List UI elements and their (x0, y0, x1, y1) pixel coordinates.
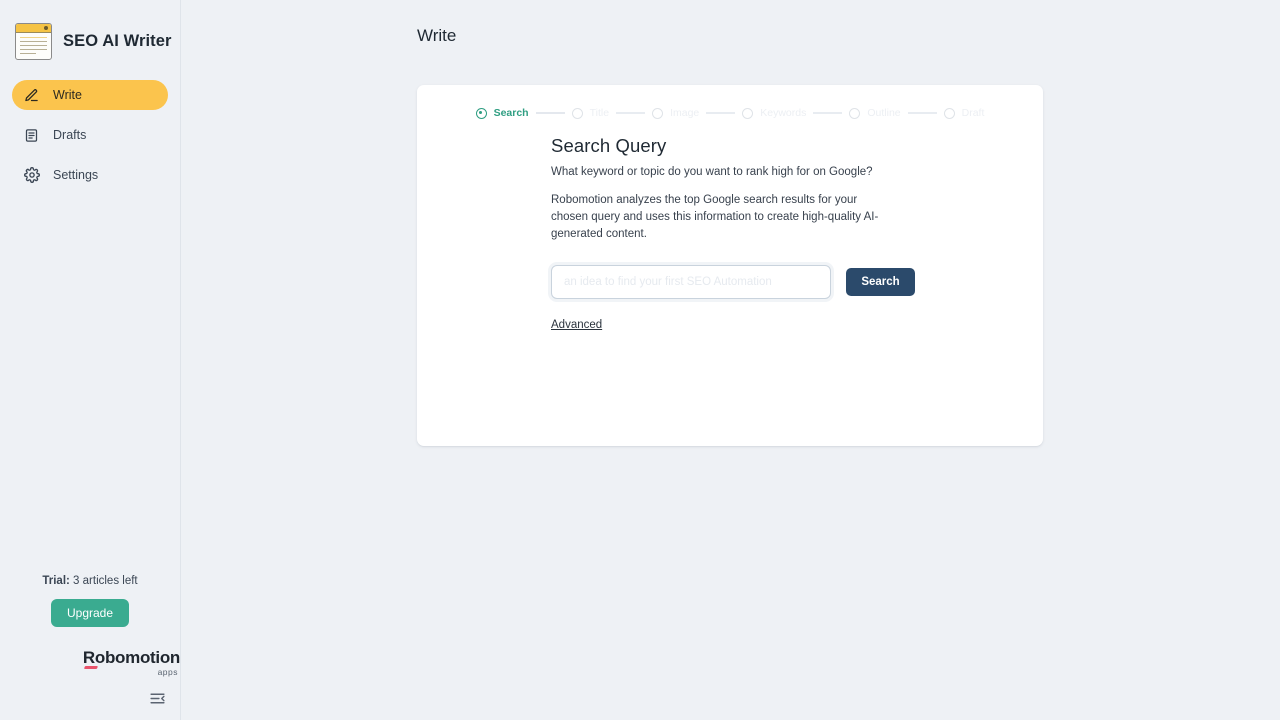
upgrade-button[interactable]: Upgrade (51, 599, 129, 627)
sidebar-item-label: Drafts (53, 128, 87, 142)
write-card: Search Title Image Keywords Outline Draf… (417, 85, 1043, 446)
search-button[interactable]: Search (846, 268, 915, 297)
robomotion-sub: apps (157, 667, 178, 677)
search-row: Search (551, 265, 1043, 300)
stepper: Search Title Image Keywords Outline Draf… (417, 85, 1043, 119)
brand-name: SEO AI Writer (63, 31, 172, 50)
step-label: Image (670, 107, 700, 119)
step-connector (535, 112, 565, 114)
step-search[interactable]: Search (475, 107, 529, 119)
step-indicator-icon (571, 107, 583, 119)
search-query-section: Search Query What keyword or topic do yo… (417, 119, 1043, 333)
document-window-icon (15, 22, 52, 60)
section-description: Robomotion analyzes the top Google searc… (551, 194, 879, 241)
trial-count: 3 (73, 575, 80, 587)
step-keywords[interactable]: Keywords (742, 107, 806, 119)
section-title: Search Query (551, 135, 667, 156)
trial-section: Trial: 3 articles left Upgrade Robomotio… (0, 575, 180, 680)
step-title[interactable]: Title (571, 107, 610, 119)
sidebar: SEO AI Writer Write Drafts Settings Tria… (0, 0, 181, 720)
robomotion-name: Robomotion (82, 648, 180, 667)
sidebar-nav: Write Drafts Settings (0, 80, 180, 190)
trial-suffix: articles left (82, 575, 138, 587)
advanced-link[interactable]: Advanced (551, 319, 602, 331)
trial-status: Trial: 3 articles left (0, 575, 180, 587)
step-indicator-icon (849, 107, 861, 119)
robomotion-accent (84, 666, 99, 669)
page-title: Write (417, 26, 457, 45)
brand: SEO AI Writer (0, 0, 180, 62)
gear-icon (23, 167, 40, 184)
step-label: Outline (867, 107, 901, 119)
collapse-sidebar-icon[interactable] (147, 688, 167, 708)
trial-label: Trial: (42, 575, 70, 587)
sidebar-item-drafts[interactable]: Drafts (12, 120, 168, 150)
search-input[interactable] (551, 265, 831, 300)
step-label: Keywords (760, 107, 807, 119)
step-label: Title (589, 107, 610, 119)
app-root: SEO AI Writer Write Drafts Settings Tria… (0, 0, 1280, 720)
main-content: Write Search Title Image Keywords Outlin… (181, 0, 1280, 720)
step-outline[interactable]: Outline (849, 107, 901, 119)
document-list-icon (23, 127, 40, 144)
step-image[interactable]: Image (652, 107, 699, 119)
sidebar-item-label: Write (53, 88, 82, 102)
section-subtitle: What keyword or topic do you want to ran… (551, 166, 873, 178)
step-connector (616, 112, 646, 114)
robomotion-logo: Robomotion apps (83, 649, 180, 677)
sidebar-item-settings[interactable]: Settings (12, 160, 168, 190)
step-indicator-icon (742, 107, 754, 119)
sidebar-item-write[interactable]: Write (12, 80, 168, 110)
step-connector (706, 112, 736, 114)
step-indicator-icon (475, 107, 487, 119)
pencil-icon (23, 87, 40, 104)
sidebar-item-label: Settings (53, 168, 99, 182)
step-connector (907, 112, 937, 114)
step-indicator-icon (652, 107, 664, 119)
step-indicator-icon (943, 107, 955, 119)
step-draft[interactable]: Draft (943, 107, 985, 119)
step-label: Search (493, 107, 529, 119)
step-connector (813, 112, 843, 114)
step-label: Draft (961, 107, 985, 119)
